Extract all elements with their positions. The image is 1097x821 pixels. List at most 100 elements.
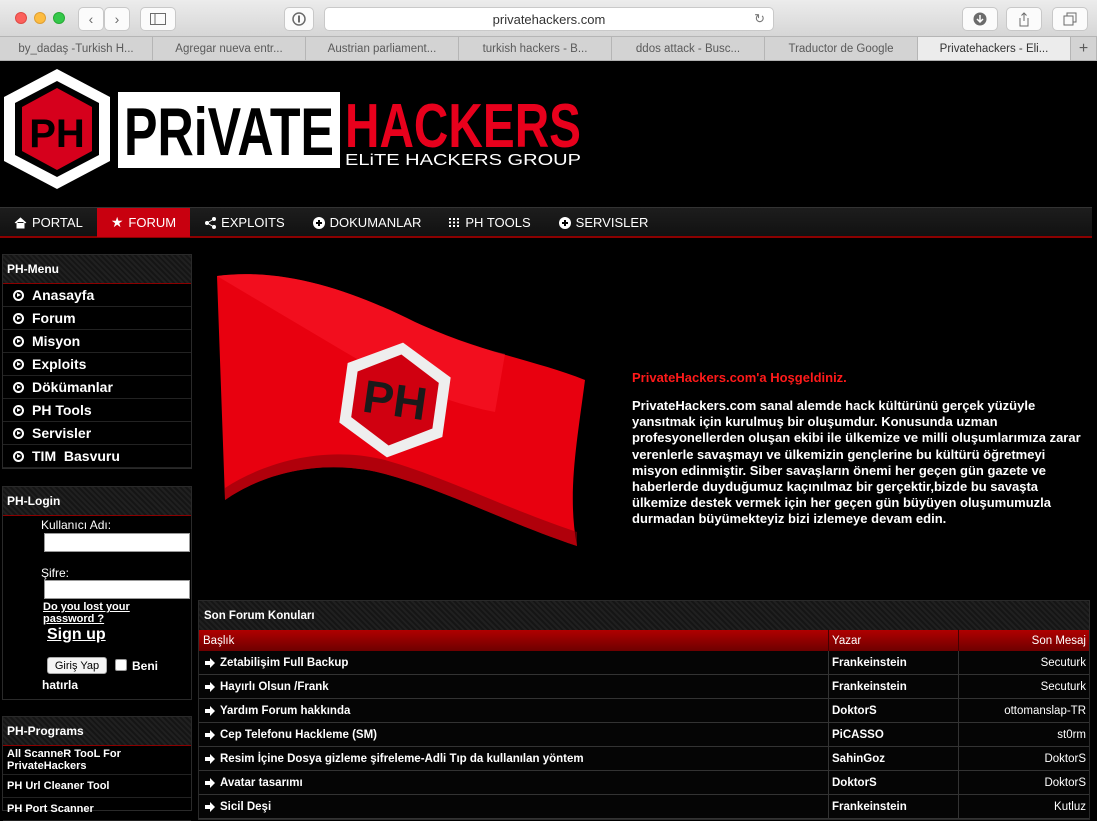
table-row[interactable]: Resim İçine Dosya gizleme şifreleme-Adli… xyxy=(199,747,1089,771)
site-logo[interactable]: PH PRiVATE HACKERS ELiTE HACKERS GROUP xyxy=(0,61,600,207)
close-window-button[interactable] xyxy=(15,12,27,24)
table-row[interactable]: Avatar tasarımı DoktorS DoktorS xyxy=(199,771,1089,795)
star-icon: ★ xyxy=(110,214,124,230)
play-circle-icon xyxy=(13,381,24,393)
topic-last-post[interactable]: ottomanslap-TR xyxy=(959,699,1089,722)
menu-item-label: TIM Basvuru xyxy=(32,448,120,464)
nav-ph-tools[interactable]: PH TOOLS xyxy=(435,208,544,237)
menu-panel: PH-Menu Anasayfa Forum Misyon Exploits D… xyxy=(2,254,192,469)
browser-tab[interactable]: ddos attack - Busc... xyxy=(612,37,765,60)
share-icon xyxy=(205,216,217,229)
tabs-icon xyxy=(1063,12,1077,26)
topic-last-post[interactable]: Kutluz xyxy=(959,795,1089,818)
latest-topics-title: Son Forum Konuları xyxy=(199,601,1089,630)
topic-last-post[interactable]: DoktorS xyxy=(959,771,1089,794)
topic-last-post[interactable]: st0rm xyxy=(959,723,1089,746)
reload-icon[interactable]: ↻ xyxy=(754,11,765,27)
reader-button[interactable] xyxy=(284,7,314,31)
programs-panel: PH-Programs All ScanneR TooL For Private… xyxy=(2,716,192,821)
program-item[interactable]: PH Url Cleaner Tool xyxy=(3,775,191,798)
topic-author[interactable]: Frankeinstein xyxy=(829,795,959,818)
topic-link[interactable]: Cep Telefonu Hackleme (SM) xyxy=(220,729,377,741)
menu-item-tim-basvuru[interactable]: TIM Basvuru xyxy=(3,445,191,468)
share-icon xyxy=(1019,11,1029,26)
browser-tab[interactable]: Traductor de Google xyxy=(765,37,918,60)
topic-author[interactable]: SahinGoz xyxy=(829,747,959,770)
ph-flag-banner: PH xyxy=(217,274,585,546)
username-input[interactable] xyxy=(44,533,190,552)
plus-circle-icon xyxy=(312,216,325,229)
nav-forum[interactable]: ★ FORUM xyxy=(96,208,191,237)
browser-tab[interactable]: by_dadaş -Turkish H... xyxy=(0,37,153,60)
column-header-last-post: Son Mesaj xyxy=(1031,634,1086,647)
topic-link[interactable]: Hayırlı Olsun /Frank xyxy=(220,681,329,693)
minimize-window-button[interactable] xyxy=(34,12,46,24)
lost-password-link[interactable]: Do you lost your password ? xyxy=(43,601,153,625)
browser-tab[interactable]: Austrian parliament... xyxy=(306,37,459,60)
menu-item-label: Misyon xyxy=(32,333,81,349)
sidebar-button[interactable] xyxy=(140,7,176,31)
tab-bar: by_dadaş -Turkish H... Agregar nueva ent… xyxy=(0,37,1097,61)
menu-item-label: Servisler xyxy=(32,425,92,441)
menu-item-forum[interactable]: Forum xyxy=(3,307,191,330)
nav-portal[interactable]: PORTAL xyxy=(0,208,97,237)
topic-link[interactable]: Sicil Deşi xyxy=(220,801,271,813)
nav-servisler[interactable]: SERVISLER xyxy=(545,208,663,237)
logo-word-hackers: HACKERS xyxy=(345,92,581,161)
logo-tagline: ELiTE HACKERS GROUP xyxy=(345,152,581,169)
main-nav: PORTAL ★ FORUM EXPLOITS DOKUMANLAR PH TO… xyxy=(0,207,1092,238)
new-tab-button[interactable]: + xyxy=(1071,37,1097,60)
table-row[interactable]: Cep Telefonu Hackleme (SM) PiCASSO st0rm xyxy=(199,723,1089,747)
tabs-overview-button[interactable] xyxy=(1052,7,1088,31)
plus-circle-icon xyxy=(558,216,571,229)
menu-item-dokumanlar[interactable]: Dökümanlar xyxy=(3,376,191,399)
table-row[interactable]: Yardım Forum hakkında DoktorS ottomansla… xyxy=(199,699,1089,723)
panel-title: PH-Programs xyxy=(3,717,191,746)
nav-label: EXPLOITS xyxy=(221,215,285,230)
menu-item-ph-tools[interactable]: PH Tools xyxy=(3,399,191,422)
program-item[interactable]: All ScanneR TooL For PrivateHackers xyxy=(3,746,191,775)
menu-item-servisler[interactable]: Servisler xyxy=(3,422,191,445)
topic-link[interactable]: Resim İçine Dosya gizleme şifreleme-Adli… xyxy=(220,753,584,765)
topic-last-post[interactable]: DoktorS xyxy=(959,747,1089,770)
topic-author[interactable]: DoktorS xyxy=(829,699,959,722)
topic-link[interactable]: Avatar tasarımı xyxy=(220,777,303,789)
nav-label: PH TOOLS xyxy=(465,215,531,230)
topic-link[interactable]: Zetabilişim Full Backup xyxy=(220,657,348,669)
browser-tab[interactable]: turkish hackers - B... xyxy=(459,37,612,60)
nav-exploits[interactable]: EXPLOITS xyxy=(190,208,299,237)
topic-author[interactable]: Frankeinstein xyxy=(829,651,959,674)
topic-link[interactable]: Yardım Forum hakkında xyxy=(220,705,350,717)
back-button[interactable]: ‹ xyxy=(78,7,104,31)
menu-item-anasayfa[interactable]: Anasayfa xyxy=(3,284,191,307)
login-panel: PH-Login Kullanıcı Adı: Şifre: Do you lo… xyxy=(2,486,192,700)
table-row[interactable]: Sicil Deşi Frankeinstein Kutluz xyxy=(199,795,1089,819)
table-row[interactable]: Hayırlı Olsun /Frank Frankeinstein Secut… xyxy=(199,675,1089,699)
signup-link[interactable]: Sign up xyxy=(47,626,106,644)
topic-last-post[interactable]: Secuturk xyxy=(959,651,1089,674)
topic-last-post[interactable]: Secuturk xyxy=(959,675,1089,698)
share-button[interactable] xyxy=(1006,7,1042,31)
menu-item-misyon[interactable]: Misyon xyxy=(3,330,191,353)
browser-tab[interactable]: Agregar nueva entr... xyxy=(153,37,306,60)
address-bar[interactable]: privatehackers.com ↻ xyxy=(324,7,774,31)
nav-dokumanlar[interactable]: DOKUMANLAR xyxy=(299,208,436,237)
zoom-window-button[interactable] xyxy=(53,12,65,24)
topic-author[interactable]: PiCASSO xyxy=(829,723,959,746)
site-header: PH PRiVATE HACKERS ELiTE HACKERS GROUP xyxy=(0,61,1097,207)
menu-item-exploits[interactable]: Exploits xyxy=(3,353,191,376)
remember-label: Beni hatırla xyxy=(42,659,159,692)
play-circle-icon xyxy=(13,404,24,416)
password-input[interactable] xyxy=(44,580,190,599)
program-item[interactable]: PH Port Scanner xyxy=(3,798,191,821)
table-row[interactable]: Zetabilişim Full Backup Frankeinstein Se… xyxy=(199,651,1089,675)
column-header-title: Başlık xyxy=(199,630,829,651)
topic-author[interactable]: DoktorS xyxy=(829,771,959,794)
browser-tab-active[interactable]: Privatehackers - Eli... xyxy=(918,37,1071,60)
topic-author[interactable]: Frankeinstein xyxy=(829,675,959,698)
downloads-button[interactable] xyxy=(962,7,998,31)
column-header-author: Yazar xyxy=(829,630,959,651)
forward-button[interactable]: › xyxy=(104,7,130,31)
sidebar-icon xyxy=(150,13,166,25)
home-icon xyxy=(14,216,27,228)
